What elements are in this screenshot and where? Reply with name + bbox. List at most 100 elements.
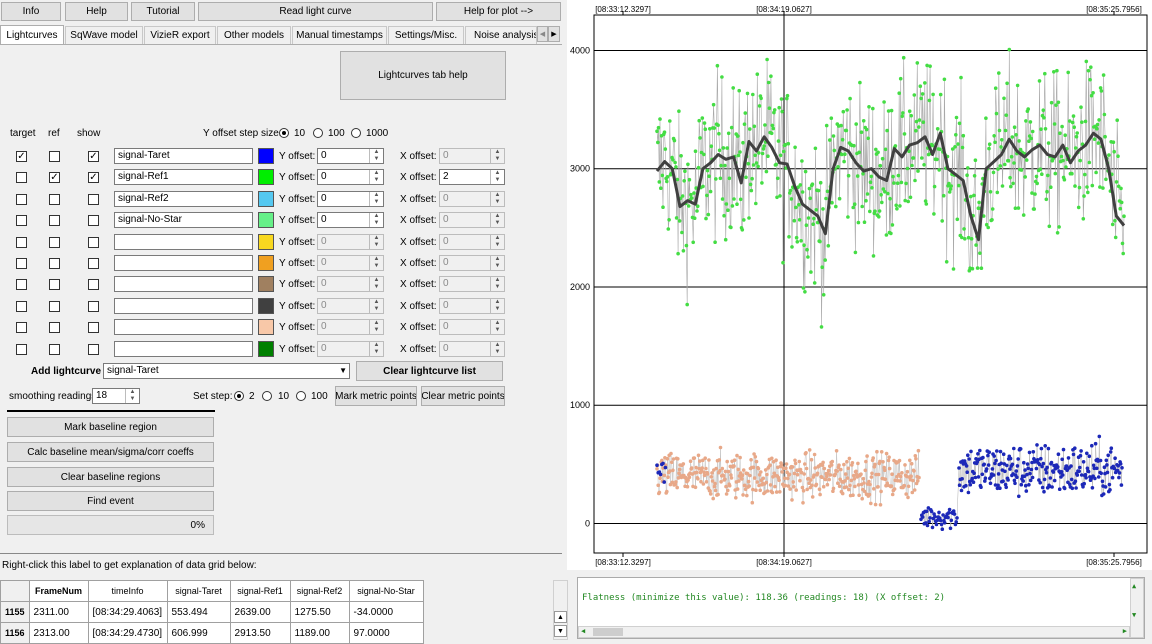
tab-sqwave-model[interactable]: SqWave model [65,26,143,44]
y-step-radio-10[interactable] [279,128,289,138]
spin-arrows-icon[interactable]: ▲ ▼ [490,341,504,356]
ref-checkbox[interactable] [49,300,60,312]
target-checkbox[interactable] [16,236,27,248]
col-header-signal-no-star[interactable]: signal-No-Star [348,580,424,602]
target-checkbox[interactable] [16,322,27,334]
spin-arrows-icon[interactable]: ▲ ▼ [490,149,504,163]
col-header-signal-ref1[interactable]: signal-Ref1 [229,580,291,602]
ref-checkbox[interactable] [49,236,60,248]
spin-arrows-icon[interactable]: ▲ ▼ [369,277,383,292]
set-step-radio-100[interactable] [296,391,306,401]
info-button[interactable]: Info [1,2,61,21]
y-offset-input[interactable]: 0 ▲ ▼ [317,340,384,357]
find-event-button[interactable]: Find event [7,491,214,511]
target-checkbox[interactable] [16,279,27,291]
x-offset-input[interactable]: 0 ▲ ▼ [439,319,505,336]
grid-cell[interactable]: 2313.00 [28,622,89,644]
lightcurve-name-field[interactable]: signal-Ref2 [114,190,253,207]
y-offset-input[interactable]: 0 ▲ ▼ [317,276,384,293]
grid-vertical-scrollbar[interactable]: ▲ ▼ [553,580,568,640]
tab-vizier-export[interactable]: VizieR export [144,26,216,44]
table-row[interactable]: 1155 2311.00 [08:34:29.4063] 553.494 2639.00… [0,601,424,623]
lightcurve-name-field[interactable]: signal-Taret [114,148,253,164]
spin-arrows-icon[interactable]: ▲ ▼ [490,234,504,249]
row-header[interactable]: 1155 [0,601,30,623]
ref-checkbox[interactable] [49,279,60,291]
col-header-signal-ref2[interactable]: signal-Ref2 [289,580,350,602]
spin-arrows-icon[interactable]: ▲ ▼ [490,170,504,185]
y-offset-input[interactable]: 0 ▲ ▼ [317,233,384,250]
tab-other-models[interactable]: Other models [217,26,291,44]
read-light-curve-button[interactable]: Read light curve [198,2,433,21]
target-checkbox[interactable]: ✓ [16,151,27,162]
show-checkbox[interactable] [88,193,99,205]
clear-lightcurve-list-button[interactable]: Clear lightcurve list [356,361,503,381]
spin-arrows-icon[interactable]: ▲ ▼ [369,213,383,228]
show-checkbox[interactable] [88,300,99,312]
color-swatch[interactable] [258,276,274,293]
target-checkbox[interactable] [16,300,27,312]
color-swatch[interactable] [258,169,274,186]
col-header-signal-taret[interactable]: signal-Taret [166,580,231,602]
grid-cell[interactable]: 1189.00 [289,622,350,644]
plot-svg[interactable]: 01000200030004000[08:33:12.3297][08:33:1… [567,0,1152,570]
smoothing-input[interactable]: 18 ▲ ▼ [92,388,140,404]
color-swatch[interactable] [258,319,274,336]
table-row[interactable]: 1156 2313.00 [08:34:29.4730] 606.999 2913.50… [0,622,424,644]
color-swatch[interactable] [258,255,274,271]
row-header[interactable]: 1156 [0,622,30,644]
target-checkbox[interactable] [16,193,27,205]
color-swatch[interactable] [258,148,274,164]
target-checkbox[interactable] [16,258,27,269]
tab-noise-analysis[interactable]: Noise analysis/I [465,26,537,44]
ref-checkbox[interactable] [49,258,60,269]
spin-arrows-icon[interactable]: ▲ ▼ [125,389,139,403]
ref-checkbox[interactable] [49,343,60,355]
show-checkbox[interactable] [88,322,99,334]
lightcurves-tab-help-button[interactable]: Lightcurves tab help [340,51,506,100]
clear-metric-points-button[interactable]: Clear metric points [421,386,505,406]
y-offset-input[interactable]: 0 ▲ ▼ [317,297,384,314]
color-swatch[interactable] [258,340,274,357]
target-checkbox[interactable] [16,172,27,184]
output-scroll-thumb[interactable] [593,628,623,636]
spin-arrows-icon[interactable]: ▲ ▼ [369,256,383,270]
y-offset-input[interactable]: 0 ▲ ▼ [317,169,384,186]
output-horizontal-scrollbar[interactable]: ◀ ▶ [578,626,1130,638]
spin-arrows-icon[interactable]: ▲ ▼ [369,149,383,163]
x-offset-input[interactable]: 0 ▲ ▼ [439,340,505,357]
show-checkbox[interactable]: ✓ [88,151,99,162]
ref-checkbox[interactable] [49,322,60,334]
color-swatch[interactable] [258,190,274,207]
tutorial-button[interactable]: Tutorial [131,2,195,21]
spin-arrows-icon[interactable]: ▲ ▼ [369,170,383,185]
y-offset-input[interactable]: 0 ▲ ▼ [317,212,384,229]
target-checkbox[interactable] [16,343,27,355]
y-step-radio-100[interactable] [313,128,323,138]
grid-cell[interactable]: 553.494 [166,601,231,623]
show-checkbox[interactable] [88,236,99,248]
lightcurve-name-field[interactable]: signal-No-Star [114,212,253,229]
lightcurve-name-field[interactable] [114,297,253,314]
output-vertical-scrollbar[interactable]: ▲ ▼ [1130,578,1144,638]
ref-checkbox[interactable] [49,193,60,205]
grid-cell[interactable]: [08:34:29.4063] [87,601,168,623]
y-offset-input[interactable]: 0 ▲ ▼ [317,190,384,207]
show-checkbox[interactable]: ✓ [88,172,99,184]
grid-cell[interactable]: -34.0000 [348,601,424,623]
set-step-radio-10[interactable] [262,391,272,401]
y-offset-input[interactable]: 0 ▲ ▼ [317,319,384,336]
calc-baseline-button[interactable]: Calc baseline mean/sigma/corr coeffs [7,442,214,462]
scroll-down-icon[interactable]: ▼ [554,625,567,637]
spin-arrows-icon[interactable]: ▲ ▼ [490,277,504,292]
mark-metric-points-button[interactable]: Mark metric points [335,386,417,406]
tab-settings-misc[interactable]: Settings/Misc. [388,26,464,44]
color-swatch[interactable] [258,233,274,250]
color-swatch[interactable] [258,297,274,314]
mark-baseline-region-button[interactable]: Mark baseline region [7,417,214,437]
show-checkbox[interactable] [88,343,99,355]
ref-checkbox[interactable]: ✓ [49,172,60,184]
spin-arrows-icon[interactable]: ▲ ▼ [369,298,383,313]
grid-cell[interactable]: 1275.50 [289,601,350,623]
grid-cell[interactable]: [08:34:29.4730] [87,622,168,644]
